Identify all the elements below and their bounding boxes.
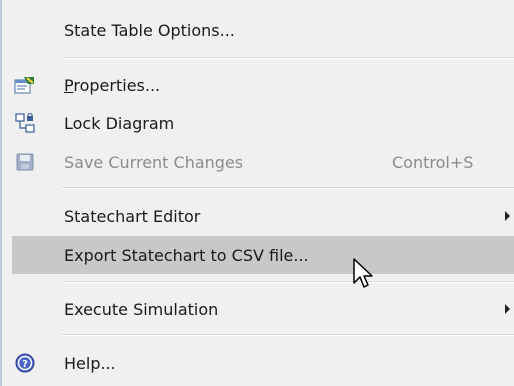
menu-item-export-statechart-csv[interactable]: Export Statechart to CSV file... [12, 236, 514, 274]
menu-item-lock-diagram[interactable]: Lock Diagram [2, 106, 514, 140]
menu-item-label: Export Statechart to CSV file... [64, 245, 309, 265]
menu-separator [62, 334, 514, 336]
submenu-arrow-icon [505, 211, 510, 221]
menu-item-label: Execute Simulation [64, 299, 219, 319]
lock-diagram-icon [14, 112, 36, 134]
mouse-pointer-icon [353, 258, 373, 288]
menu-item-properties[interactable]: Properties... [2, 68, 514, 102]
menu-item-label: Help... [64, 353, 116, 373]
menu-item-state-table-options[interactable]: State Table Options... [2, 13, 514, 47]
menu-item-label: Lock Diagram [64, 113, 175, 133]
menu-item-label: State Table Options... [64, 20, 235, 40]
menu-item-shortcut: Control+S [392, 152, 474, 172]
svg-text:?: ? [22, 359, 28, 370]
menu-item-help[interactable]: ? Help... [2, 346, 514, 380]
help-icon: ? [14, 352, 36, 374]
menu-item-statechart-editor[interactable]: Statechart Editor [2, 199, 514, 233]
submenu-arrow-icon [505, 304, 510, 314]
menu-separator [62, 57, 514, 59]
menu-item-save-current-changes[interactable]: Save Current Changes Control+S [2, 145, 514, 179]
properties-icon [14, 74, 36, 96]
save-icon [14, 151, 36, 173]
menu-item-label: Properties... [64, 75, 161, 95]
menu-separator [62, 281, 514, 283]
menu-item-label: Statechart Editor [64, 206, 201, 226]
menu-item-execute-simulation[interactable]: Execute Simulation [2, 292, 514, 326]
menu-item-label: Save Current Changes [64, 152, 244, 172]
context-menu: State Table Options... Properties... Loc… [0, 0, 514, 386]
icon-gutter [2, 0, 46, 386]
menu-separator [62, 187, 514, 189]
